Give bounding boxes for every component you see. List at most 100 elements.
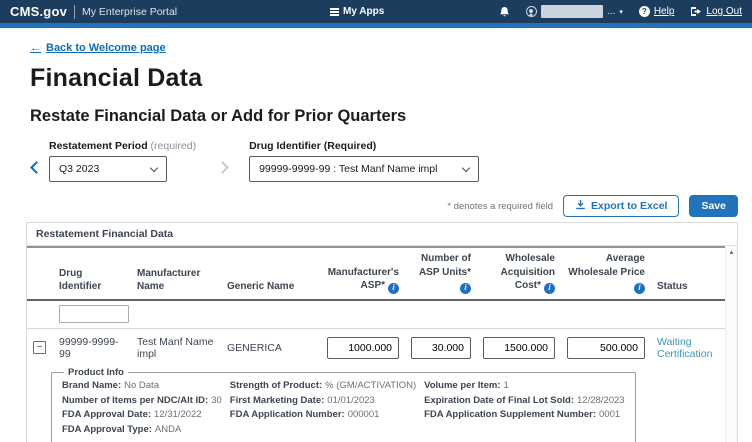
portal-name: My Enterprise Portal bbox=[82, 5, 178, 18]
info-icon[interactable]: i bbox=[460, 282, 471, 294]
next-quarter-chevron-icon[interactable] bbox=[216, 161, 229, 174]
product-info-label: FDA Approval Date: bbox=[62, 409, 152, 421]
table-header-row: Drug Identifier Manufacturer Name Generi… bbox=[27, 246, 731, 301]
help-label: Help bbox=[653, 6, 675, 17]
logo-divider bbox=[74, 4, 76, 19]
vertical-scrollbar[interactable]: ▴ ▾ bbox=[725, 246, 737, 442]
save-label: Save bbox=[701, 200, 726, 212]
column-header-average-wholesale-price: Average Wholesale Pricei bbox=[561, 246, 651, 301]
product-info-value: 000001 bbox=[347, 409, 380, 421]
product-info-value: % (GM/ACTIVATION) bbox=[325, 379, 417, 391]
status-badge: Waiting Certification bbox=[657, 335, 713, 360]
help-link[interactable]: ? Help bbox=[638, 6, 675, 17]
drug-identifier-filter-input[interactable] bbox=[59, 304, 129, 323]
user-avatar-icon bbox=[525, 6, 537, 17]
user-menu-caret-icon: ▾ bbox=[619, 8, 623, 16]
cms-logo-text: CMS.gov bbox=[10, 4, 68, 19]
product-info-column-1: Brand Name: No Data Number of Items per N… bbox=[62, 379, 222, 438]
drug-identifier-label: Drug Identifier (Required) bbox=[249, 140, 377, 152]
drug-identifier-field: Drug Identifier (Required) 99999-9999-99… bbox=[249, 140, 480, 182]
column-header-wholesale-acquisition-cost: Wholesale Acquisition Cost* i bbox=[477, 246, 561, 301]
column-header-drug-identifier: Drug Identifier bbox=[53, 246, 131, 301]
panel-title: Restatement Financial Data bbox=[27, 223, 737, 246]
panel-body: Drug Identifier Manufacturer Name Generi… bbox=[27, 246, 737, 442]
product-info-value: 01/01/2023 bbox=[327, 394, 375, 406]
info-icon[interactable]: i bbox=[544, 282, 555, 294]
wholesale-acquisition-cost-input[interactable] bbox=[483, 336, 555, 359]
back-link-label: Back to Welcome page bbox=[46, 42, 166, 54]
cell-drug-identifier: 99999-9999-99 bbox=[53, 327, 131, 365]
financial-data-table: Drug Identifier Manufacturer Name Generi… bbox=[27, 246, 731, 442]
download-icon bbox=[575, 199, 586, 213]
page-subtitle: Restate Financial Data or Add for Prior … bbox=[30, 107, 407, 125]
product-info-value: 0001 bbox=[599, 409, 621, 421]
previous-quarter-chevron-icon[interactable] bbox=[30, 161, 43, 174]
expand-column-header bbox=[27, 246, 53, 301]
chevron-down-icon bbox=[461, 163, 471, 172]
restatement-period-select[interactable]: Q3 2023 bbox=[49, 156, 167, 182]
back-arrow-icon: ← bbox=[30, 42, 41, 54]
minus-icon: − bbox=[36, 341, 43, 353]
product-info-value: No Data bbox=[124, 379, 159, 391]
product-info-label: Number of Items per NDC/Alt ID: bbox=[62, 394, 209, 406]
product-info-label: FDA Application Number: bbox=[229, 409, 345, 421]
product-info-label: Expiration Date of Final Lot Sold: bbox=[424, 394, 574, 406]
product-info-column-3: Volume per Item: 1 Expiration Date of Fin… bbox=[424, 379, 624, 438]
restatement-period-field: Restatement Period (required) Q3 2023 bbox=[49, 140, 196, 182]
column-header-generic-name: Generic Name bbox=[221, 246, 321, 301]
restatement-filter-form: Restatement Period (required) Q3 2023 Dr… bbox=[30, 140, 744, 182]
scroll-up-icon[interactable]: ▴ bbox=[730, 249, 734, 256]
product-info-label: FDA Approval Type: bbox=[62, 424, 152, 436]
product-info-label: FDA Application Supplement Number: bbox=[424, 409, 596, 421]
asp-units-input[interactable] bbox=[411, 336, 471, 359]
product-info-fieldset: Product Info Brand Name: No Data Number o… bbox=[51, 366, 636, 442]
logout-link[interactable]: Log Out bbox=[690, 6, 742, 17]
product-info-column-2: Strength of Product:% (GM/ACTIVATION) Fi… bbox=[230, 379, 416, 438]
restatement-period-label: Restatement Period (required) bbox=[49, 140, 197, 152]
drug-identifier-value: 99999-9999-99 : Test Manf Name impl bbox=[259, 163, 438, 175]
cell-generic-name: GENERICA bbox=[221, 327, 321, 365]
manufacturers-asp-input[interactable] bbox=[327, 336, 399, 359]
product-info-value: ANDA bbox=[154, 424, 182, 436]
restatement-period-value: Q3 2023 bbox=[59, 163, 100, 175]
chevron-down-icon bbox=[149, 163, 159, 172]
my-apps-button[interactable]: My Apps bbox=[330, 6, 384, 17]
logout-label: Log Out bbox=[706, 6, 742, 17]
table-row: − 99999-9999-99 Test Manf Name impl GENE… bbox=[27, 327, 731, 365]
my-apps-label: My Apps bbox=[343, 6, 385, 17]
user-name-ellipsis: ... bbox=[606, 6, 616, 17]
product-info-value: 12/28/2023 bbox=[577, 394, 625, 406]
average-wholesale-price-input[interactable] bbox=[567, 336, 645, 359]
page-title: Financial Data bbox=[30, 64, 203, 92]
user-name-redacted bbox=[540, 5, 603, 18]
required-field-note: * denotes a required field bbox=[447, 200, 554, 212]
product-info-label: Strength of Product: bbox=[229, 379, 323, 391]
restatement-financial-data-panel: Restatement Financial Data Drug Identifi… bbox=[26, 222, 738, 442]
required-suffix: (required) bbox=[150, 140, 197, 152]
notifications-bell-icon[interactable] bbox=[499, 6, 510, 18]
help-icon: ? bbox=[638, 6, 650, 17]
back-to-welcome-link[interactable]: ← Back to Welcome page bbox=[30, 42, 166, 54]
save-button[interactable]: Save bbox=[689, 195, 738, 217]
product-info-label: First Marketing Date: bbox=[229, 394, 325, 406]
product-info-legend: Product Info bbox=[68, 366, 124, 378]
product-info-value: 12/31/2022 bbox=[154, 409, 202, 421]
column-header-status: Status bbox=[651, 246, 731, 301]
column-header-manufacturer-name: Manufacturer Name bbox=[131, 246, 221, 301]
column-header-asp-units: Number of ASP Units*i bbox=[405, 246, 477, 301]
info-icon[interactable]: i bbox=[388, 282, 399, 294]
collapse-row-button[interactable]: − bbox=[33, 341, 46, 355]
my-apps-icon bbox=[330, 7, 339, 16]
table-toolbar: * denotes a required field Export to Exc… bbox=[30, 195, 738, 217]
filter-row bbox=[27, 300, 731, 329]
info-icon[interactable]: i bbox=[634, 282, 645, 294]
product-info-label: Brand Name: bbox=[62, 379, 122, 391]
export-to-excel-button[interactable]: Export to Excel bbox=[563, 195, 680, 217]
drug-identifier-select[interactable]: 99999-9999-99 : Test Manf Name impl bbox=[249, 156, 480, 182]
product-info-row: Product Info Brand Name: No Data Number o… bbox=[27, 365, 731, 442]
logout-icon bbox=[690, 6, 702, 17]
page-content: ← Back to Welcome page Financial Data Re… bbox=[0, 28, 752, 442]
product-info-value: 30 bbox=[211, 394, 222, 406]
column-header-manufacturers-asp: Manufacturer's ASP* i bbox=[321, 246, 405, 301]
user-menu[interactable]: ... ▾ bbox=[525, 5, 623, 18]
